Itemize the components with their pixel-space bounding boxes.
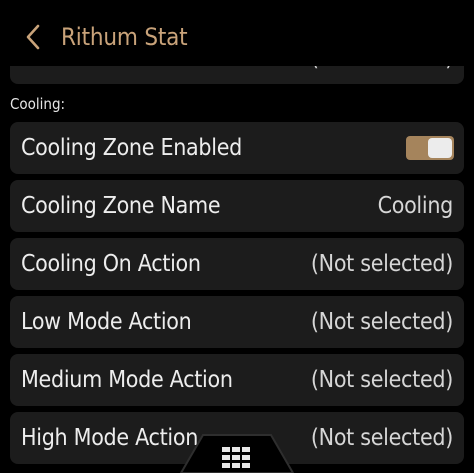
page-title: Rithum Stat	[61, 23, 188, 51]
toggle-knob	[428, 138, 452, 158]
menu-fab-button[interactable]	[177, 433, 297, 473]
back-button[interactable]	[18, 22, 48, 52]
high-mode-action-value: (Not selected)	[310, 425, 453, 451]
medium-mode-action-value: (Not selected)	[310, 367, 453, 393]
cooling-on-action-value: (Not selected)	[310, 251, 453, 277]
medium-mode-action-label: Medium Mode Action	[21, 367, 233, 393]
low-mode-action-value: (Not selected)	[310, 309, 453, 335]
cooling-on-action-label: Cooling On Action	[21, 251, 201, 277]
low-mode-action-row[interactable]: Low Mode Action (Not selected)	[10, 296, 464, 348]
medium-mode-action-row[interactable]: Medium Mode Action (Not selected)	[10, 354, 464, 406]
cooling-on-action-row[interactable]: Cooling On Action (Not selected)	[10, 238, 464, 290]
cooling-zone-enabled-toggle[interactable]	[406, 136, 454, 160]
section-label-cooling: Cooling:	[10, 95, 66, 113]
high-mode-action-label: High Mode Action	[21, 425, 199, 451]
cooling-zone-name-label: Cooling Zone Name	[21, 193, 221, 219]
chevron-left-icon	[23, 23, 43, 51]
grid-menu-icon	[177, 433, 297, 473]
cooling-zone-enabled-label: Cooling Zone Enabled	[21, 135, 242, 161]
low-mode-action-label: Low Mode Action	[21, 309, 192, 335]
cooling-zone-enabled-row[interactable]: Cooling Zone Enabled	[10, 122, 464, 174]
app-header: Rithum Stat	[0, 0, 474, 66]
cooling-zone-name-row[interactable]: Cooling Zone Name Cooling	[10, 180, 464, 232]
cooling-zone-name-value: Cooling	[377, 193, 454, 219]
